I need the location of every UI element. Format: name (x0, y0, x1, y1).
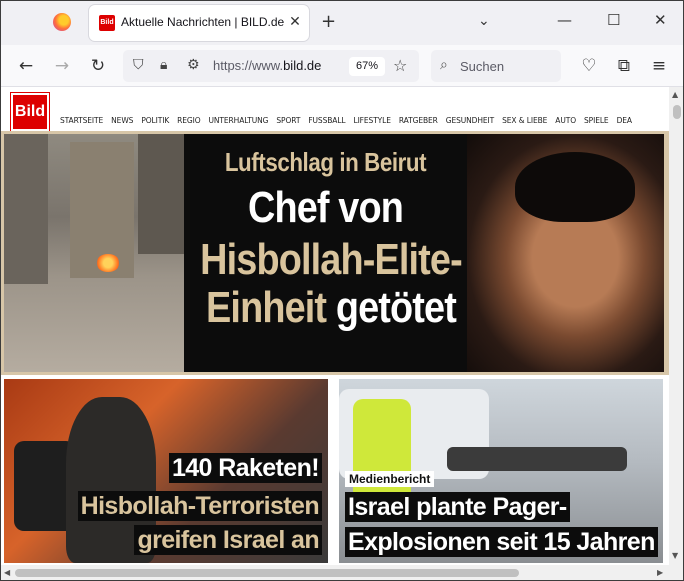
scroll-down-icon[interactable]: ▼ (672, 551, 678, 560)
hero-teaser[interactable]: Luftschlag in Beirut Chef von Hisbollah-… (1, 131, 669, 375)
url-domain: bild.de (283, 58, 322, 73)
nav-politik[interactable]: POLITIK (141, 116, 169, 125)
site-nav: STARTSEITE NEWS POLITIK REGIO UNTERHALTUNG SP… (60, 108, 640, 127)
horizontal-scrollbar[interactable]: ◀ ▶ (1, 565, 683, 580)
card2-label: Medienbericht (345, 471, 435, 487)
extensions-icon[interactable]: ⧉ (612, 54, 636, 78)
hero-headline-line1: Chef von (247, 183, 404, 232)
url-text: https://www.bild.de (213, 58, 321, 73)
forward-arrow-icon[interactable]: → (50, 54, 74, 78)
reload-icon[interactable]: ↻ (86, 54, 110, 78)
nav-lifestyle[interactable]: LIFESTYLE (353, 116, 390, 125)
horizontal-scroll-thumb[interactable] (15, 569, 519, 577)
web-page: Bild STARTSEITE NEWS POLITIK REGIO UNTERHALT… (1, 87, 669, 565)
nav-news[interactable]: NEWS (111, 116, 133, 125)
bild-logo[interactable]: Bild (11, 93, 49, 131)
scroll-left-icon[interactable]: ◀ (4, 568, 10, 577)
nav-unterhaltung[interactable]: UNTERHALTUNG (209, 116, 269, 125)
card2-headline-line2: Explosionen seit 15 Jahren (345, 527, 658, 557)
minimize-button[interactable]: — (557, 11, 572, 29)
hero-headline-word-a: Einheit (206, 283, 327, 332)
tab-close-icon[interactable]: ✕ (286, 13, 304, 31)
url-bar[interactable]: ⛉ 🔒︎ ⚙ https://www.bild.de 67% ☆ (123, 50, 419, 82)
back-arrow-icon[interactable]: ← (14, 54, 38, 78)
destroyed-building-image (4, 134, 184, 372)
new-tab-button[interactable]: + (321, 11, 336, 32)
shield-icon[interactable]: ⛉ (133, 57, 144, 73)
bild-favicon-icon: Bild (99, 15, 115, 31)
card2-headline-line1: Israel plante Pager- (345, 492, 570, 522)
search-icon: ⌕ (440, 57, 448, 73)
tab-title: Aktuelle Nachrichten | BILD.de (121, 15, 285, 29)
hero-headline-word-b: getötet (335, 283, 457, 332)
list-all-tabs-icon[interactable]: ⌄ (478, 13, 490, 29)
close-window-button[interactable]: ✕ (654, 11, 667, 29)
card1-headline-line1: 140 Raketen! (168, 453, 322, 483)
firefox-logo-icon[interactable] (53, 13, 71, 31)
vertical-scroll-thumb[interactable] (673, 105, 681, 119)
stretcher-shape (447, 447, 627, 471)
pocket-icon[interactable]: ♡ (577, 54, 601, 78)
portrait-image (467, 134, 664, 372)
hero-headline-line3: Einheit getötet (176, 283, 486, 333)
hero-headline-line2: Hisbollah-Elite- (200, 235, 463, 284)
url-prefix: https://www. (213, 58, 284, 73)
hero-kicker: Luftschlag in Beirut (224, 147, 427, 177)
card1-headline-line2: Hisbollah-Terroristen (77, 491, 322, 521)
nav-spiele[interactable]: SPIELE (584, 116, 609, 125)
browser-window: Bild Aktuelle Nachrichten | BILD.de ✕ + … (0, 0, 684, 581)
scroll-right-icon[interactable]: ▶ (657, 568, 663, 577)
tab-bild[interactable]: Bild Aktuelle Nachrichten | BILD.de ✕ (89, 5, 309, 41)
nav-auto[interactable]: AUTO (555, 116, 576, 125)
vertical-scrollbar[interactable]: ▲ ▼ (669, 87, 683, 565)
fire-shape (96, 254, 120, 272)
zoom-level-badge[interactable]: 67% (349, 57, 385, 76)
nav-sport[interactable]: SPORT (276, 116, 300, 125)
nav-startseite[interactable]: STARTSEITE (60, 116, 103, 125)
navigation-toolbar: ← → ↻ ⛉ 🔒︎ ⚙ https://www.bild.de 67% ☆ ⌕… (1, 45, 683, 87)
tab-strip: Bild Aktuelle Nachrichten | BILD.de ✕ + … (1, 1, 683, 45)
lock-icon[interactable]: 🔒︎ (160, 57, 167, 73)
search-placeholder: Suchen (460, 59, 505, 74)
scroll-up-icon[interactable]: ▲ (672, 90, 678, 99)
permissions-icon[interactable]: ⚙ (187, 57, 200, 73)
maximize-button[interactable]: ☐ (607, 11, 620, 29)
bookmark-star-icon[interactable]: ☆ (393, 56, 407, 75)
teaser-card-rockets[interactable]: 140 Raketen! Hisbollah-Terroristen greif… (4, 379, 328, 563)
search-box[interactable]: ⌕ Suchen (431, 50, 561, 82)
nav-dea[interactable]: DEA (617, 116, 632, 125)
building-shape (4, 134, 48, 284)
nav-sex-liebe[interactable]: SEX & LIEBE (502, 116, 547, 125)
hair-shape (515, 152, 635, 222)
nav-regio[interactable]: REGIO (177, 116, 200, 125)
nav-fussball[interactable]: FUSSBALL (308, 116, 345, 125)
teaser-card-pager[interactable]: Medienbericht Israel plante Pager- Explo… (339, 379, 663, 563)
card1-headline-line3: greifen Israel an (134, 525, 322, 555)
nav-ratgeber[interactable]: RATGEBER (399, 116, 438, 125)
nav-gesundheit[interactable]: GESUNDHEIT (446, 116, 494, 125)
menu-icon[interactable]: ≡ (647, 54, 671, 78)
